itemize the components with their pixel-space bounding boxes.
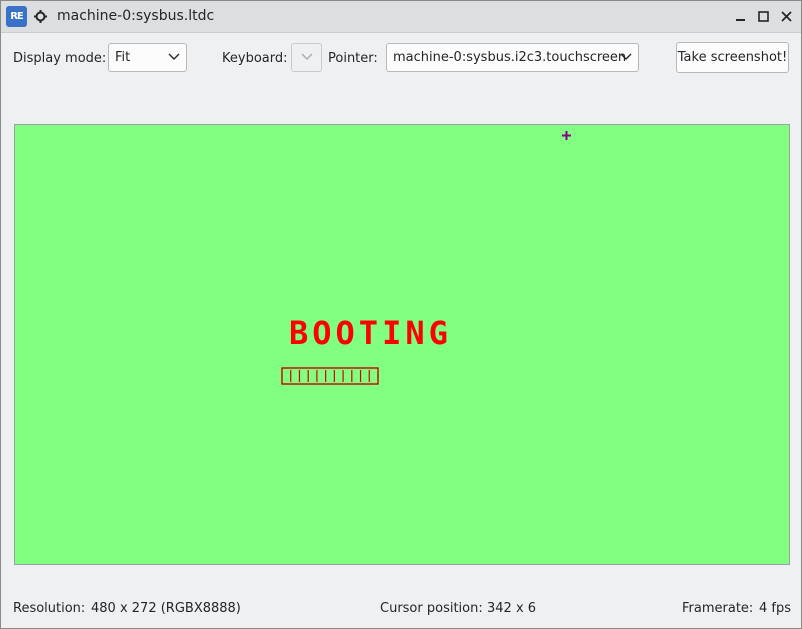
close-icon[interactable] [776,6,797,27]
keyboard-select[interactable] [291,43,322,72]
chevron-down-icon [168,53,180,60]
pointer-select[interactable]: machine-0:sysbus.i2c3.touchscreen [386,43,639,72]
maximize-icon[interactable] [753,6,774,27]
boot-progress-bar [281,367,379,385]
chevron-down-icon [620,53,632,60]
keyboard-label: Keyboard: [222,51,288,66]
booting-text: BOOTING [289,314,452,352]
crosshair-cursor-icon [562,131,571,140]
take-screenshot-button[interactable]: Take screenshot! [676,42,789,73]
pointer-label: Pointer: [328,51,378,66]
display-mode-label: Display mode: [13,51,107,66]
chevron-down-icon [301,53,313,60]
framebuffer-display[interactable]: BOOTING [14,124,790,565]
title-bar[interactable]: RE machine-0:sysbus.ltdc [1,1,801,33]
display-mode-value: Fit [115,50,131,65]
window-title: machine-0:sysbus.ltdc [57,8,215,24]
cursor-position-label: Cursor position: [380,601,483,616]
framerate-label: Framerate: [682,601,754,616]
cursor-position-value: 342 x 6 [487,601,537,616]
framerate-value: 4 fps [759,601,792,616]
keep-above-icon[interactable] [30,6,51,27]
resolution-label: Resolution: [13,601,86,616]
resolution-value: 480 x 272 (RGBX8888) [91,601,241,616]
renode-logo-icon[interactable]: RE [6,6,27,27]
minimize-icon[interactable] [730,6,751,27]
pointer-value: machine-0:sysbus.i2c3.touchscreen [393,50,627,65]
display-mode-select[interactable]: Fit [108,43,187,72]
framebuffer-window: RE machine-0:sysbus.ltdc Display mode: F… [0,0,802,629]
